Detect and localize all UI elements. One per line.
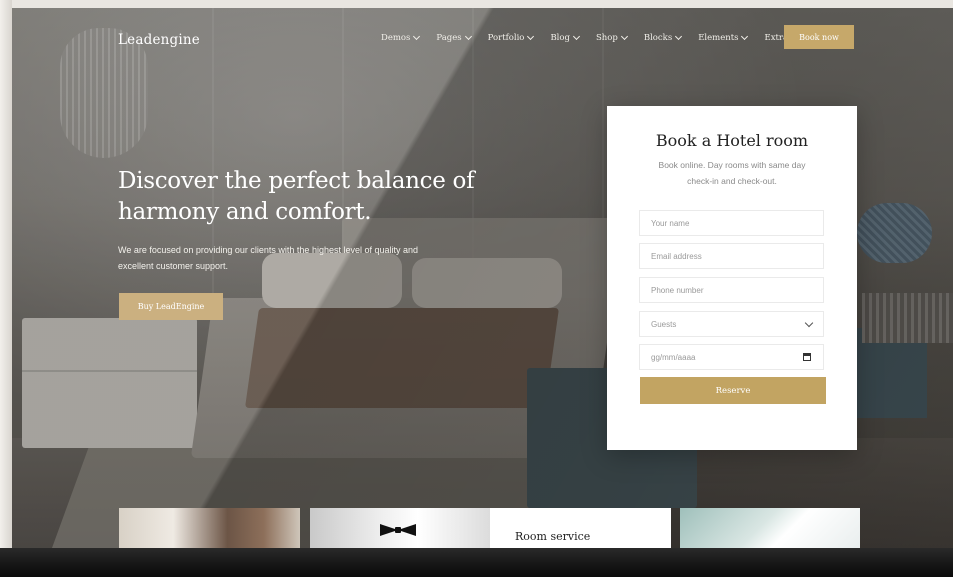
chevron-down-icon (572, 32, 581, 41)
chevron-down-icon (413, 32, 421, 41)
menu-item-demos[interactable]: Demos (381, 32, 421, 43)
hero-subtitle: We are focused on providing our clients … (118, 243, 463, 274)
menu-item-blocks[interactable]: Blocks (643, 32, 683, 43)
menu-label: Blocks (643, 33, 673, 43)
hero-title-line: harmony and comfort. (118, 199, 372, 225)
chevron-down-icon (464, 32, 472, 41)
monitor-bezel-bottom (0, 548, 953, 577)
guests-select[interactable]: Guests (639, 311, 824, 337)
menu-label: Elements (698, 33, 739, 43)
hero-subtitle-line: excellent customer support. (118, 260, 229, 271)
site-logo[interactable]: Leadengine (118, 32, 200, 48)
room-service-title: Room service (515, 530, 591, 543)
booking-title: Book a Hotel room (655, 131, 809, 150)
calendar-icon[interactable] (803, 353, 811, 361)
book-now-button[interactable]: Book now (784, 25, 854, 49)
waiter-image-tile[interactable] (310, 508, 490, 548)
monitor-bezel-left (0, 0, 12, 577)
menu-label: Portfolio (487, 33, 525, 43)
chevron-down-icon (527, 32, 535, 41)
date-placeholder: gg/mm/aaaa (651, 352, 696, 362)
hero-title-line: Discover the perfect balance of (118, 168, 475, 194)
email-placeholder: Email address (651, 251, 702, 261)
interior-image-tile[interactable] (680, 508, 860, 548)
menu-item-portfolio[interactable]: Portfolio (487, 32, 535, 43)
name-field[interactable]: Your name (639, 210, 824, 236)
guests-label: Guests (651, 319, 677, 329)
hero-title: Discover the perfect balance of harmony … (118, 166, 478, 228)
room-service-card[interactable]: Room service (490, 508, 671, 548)
phone-field[interactable]: Phone number (639, 277, 824, 303)
chevron-down-icon (741, 32, 749, 41)
chevron-down-icon (675, 32, 683, 41)
menu-item-pages[interactable]: Pages (436, 32, 472, 43)
menu-item-shop[interactable]: Shop (595, 32, 628, 43)
name-placeholder: Your name (651, 218, 690, 228)
website-screen: Leadengine Demos Pages Portfolio Blog Sh… (12, 8, 953, 548)
booking-subtitle-line: Book online. Day rooms with same day (658, 160, 806, 170)
date-field[interactable]: gg/mm/aaaa (639, 344, 824, 370)
email-field[interactable]: Email address (639, 243, 824, 269)
menu-label: Blog (550, 33, 570, 43)
menu-label: Demos (381, 33, 411, 43)
menu-item-elements[interactable]: Elements (698, 32, 749, 43)
main-menu: Demos Pages Portfolio Blog Shop Blocks E… (381, 32, 814, 43)
menu-item-blog[interactable]: Blog (550, 32, 581, 43)
booking-subtitle: Book online. Day rooms with same day che… (639, 158, 825, 189)
menu-label: Pages (436, 33, 462, 43)
room-image-tile[interactable] (119, 508, 300, 548)
hero-subtitle-line: We are focused on providing our clients … (118, 245, 419, 255)
monitor-frame: Leadengine Demos Pages Portfolio Blog Sh… (0, 0, 953, 577)
menu-label: Shop (595, 33, 618, 43)
reserve-button[interactable]: Reserve (640, 377, 826, 404)
phone-placeholder: Phone number (651, 285, 704, 295)
booking-form-card: Book a Hotel room Book online. Day rooms… (607, 106, 857, 450)
chevron-down-icon (620, 32, 628, 41)
top-navigation: Leadengine Demos Pages Portfolio Blog Sh… (12, 8, 953, 70)
chevron-down-icon (804, 318, 814, 328)
buy-leadengine-button[interactable]: Buy LeadEngine (119, 293, 223, 320)
bowtie-icon (380, 524, 416, 536)
booking-subtitle-line: check-in and check-out. (687, 175, 777, 186)
